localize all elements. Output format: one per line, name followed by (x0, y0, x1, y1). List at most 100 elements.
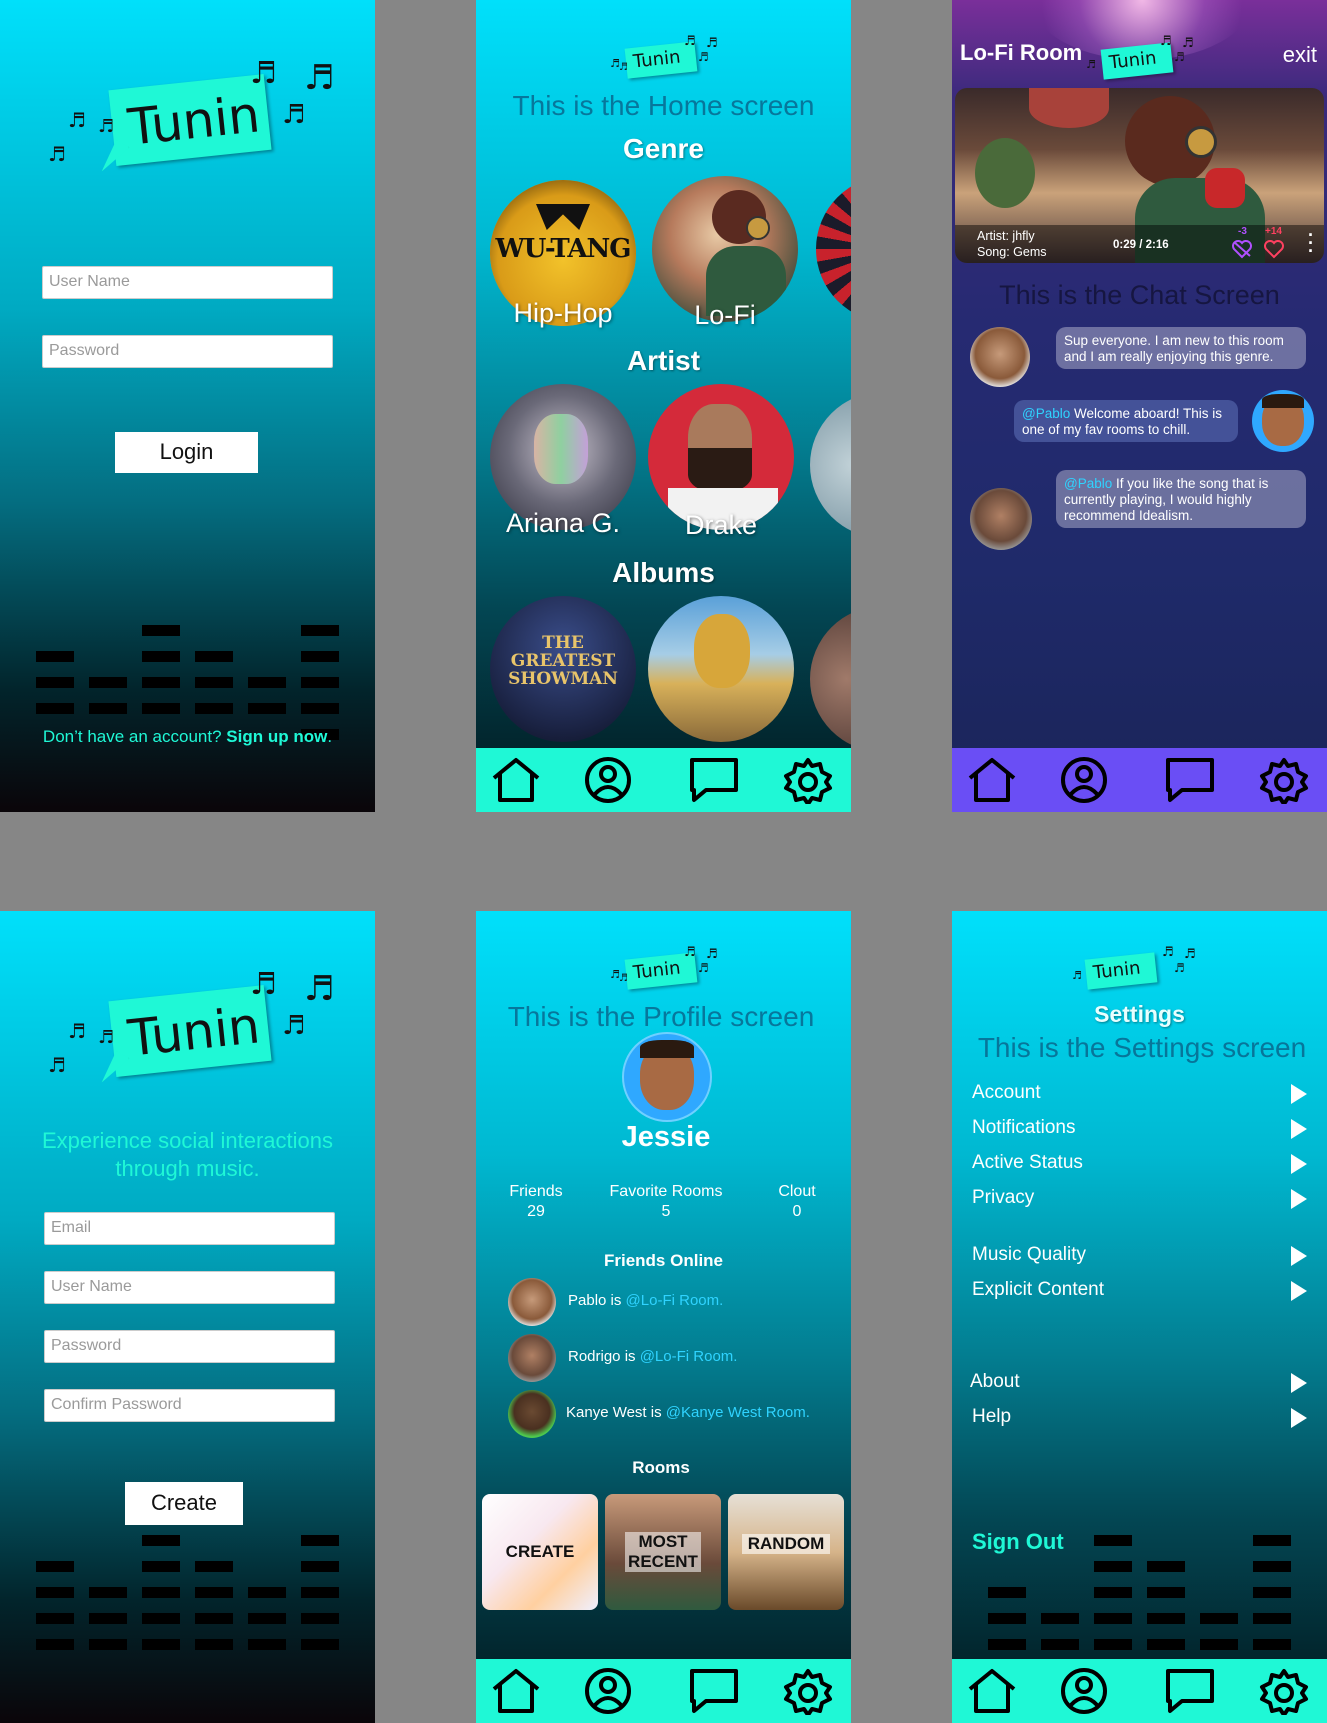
user-avatar[interactable] (970, 327, 1030, 387)
music-note-icon: ♬ (68, 108, 86, 132)
artist-drake[interactable] (648, 384, 794, 530)
friend-row[interactable]: Rodrigo is @Lo-Fi Room. (568, 1348, 737, 1365)
dislike-count: -3 (1238, 226, 1247, 237)
chat-mention[interactable]: @Pablo (1022, 406, 1070, 421)
stat-friends[interactable]: Friends 29 (496, 1183, 576, 1221)
home-icon[interactable] (490, 1667, 542, 1715)
room-tile-random[interactable]: RANDOM (728, 1494, 844, 1610)
password-input[interactable]: Password (42, 335, 333, 368)
profile-screen-title: This is the Profile screen (507, 1001, 815, 1032)
heart-icon[interactable] (1263, 239, 1285, 259)
profile-icon[interactable] (1058, 756, 1110, 804)
room-tile-most-recent[interactable]: MOST RECENT (605, 1494, 721, 1610)
home-icon[interactable] (490, 756, 542, 804)
settings-icon[interactable] (782, 1667, 834, 1715)
home-screen: Tunin ♬ ♬ ♬ ♬ ♬ This is the Home screen … (476, 0, 851, 812)
settings-item-help[interactable]: Help (972, 1406, 1011, 1428)
login-button[interactable]: Login (115, 432, 258, 473)
chevron-right-icon[interactable] (1291, 1189, 1307, 1209)
chat-icon[interactable] (688, 1667, 740, 1715)
confirm-password-input[interactable]: Confirm Password (44, 1389, 335, 1422)
exit-button[interactable]: exit (1283, 42, 1317, 68)
username-input[interactable]: User Name (44, 1271, 335, 1304)
chat-icon[interactable] (1164, 756, 1216, 804)
chat-mention[interactable]: @Pablo (1064, 476, 1112, 491)
friend-room-link[interactable]: @Lo-Fi Room. (640, 1348, 738, 1365)
chevron-right-icon[interactable] (1291, 1154, 1307, 1174)
profile-icon[interactable] (582, 756, 634, 804)
room-tile-create[interactable]: CREATE (482, 1494, 598, 1610)
chat-icon[interactable] (1164, 1667, 1216, 1715)
password-input[interactable]: Password (44, 1330, 335, 1363)
profile-icon[interactable] (1058, 1667, 1110, 1715)
settings-item-notifications[interactable]: Notifications (972, 1117, 1076, 1139)
friend-room-link[interactable]: @Kanye West Room. (666, 1404, 810, 1421)
artist-label-drake: Drake (684, 510, 758, 540)
stat-label: Favorite Rooms (609, 1183, 723, 1200)
album-astroworld[interactable] (648, 596, 794, 742)
room-tile-label: CREATE (505, 1542, 575, 1561)
artist-partial[interactable] (810, 392, 851, 538)
friend-room-link[interactable]: @Lo-Fi Room. (626, 1292, 724, 1309)
home-icon[interactable] (966, 756, 1018, 804)
settings-icon[interactable] (1258, 1667, 1310, 1715)
stat-label: Clout (778, 1183, 816, 1200)
settings-item-explicit-content[interactable]: Explicit Content (972, 1279, 1104, 1301)
album-greatest-showman[interactable]: THE GREATEST SHOWMAN (490, 596, 636, 742)
chat-screen: Lo-Fi Room Tunin ♬ ♬ ♬ ♬ exit Artist: jh… (952, 0, 1327, 812)
genre-partial[interactable] (816, 176, 851, 322)
stat-favorite-rooms[interactable]: Favorite Rooms 5 (596, 1183, 736, 1221)
settings-item-about[interactable]: About (970, 1371, 1020, 1393)
album-partial[interactable] (810, 606, 851, 752)
chat-message: @Pablo If you like the song that is curr… (1056, 470, 1306, 528)
settings-icon[interactable] (782, 756, 834, 804)
user-avatar[interactable] (1252, 390, 1314, 452)
email-input[interactable]: Email (44, 1212, 335, 1245)
avatar-hair (1262, 394, 1304, 408)
settings-item-active-status[interactable]: Active Status (972, 1152, 1083, 1174)
chevron-right-icon[interactable] (1291, 1281, 1307, 1301)
music-note-icon: ♬ (250, 56, 277, 91)
albums-heading: Albums (612, 557, 715, 588)
music-note-icon: ♬ (684, 34, 696, 49)
profile-avatar[interactable] (622, 1032, 712, 1122)
song-artist: Artist: jhfly (977, 229, 1035, 243)
friend-row[interactable]: Pablo is @Lo-Fi Room. (568, 1292, 723, 1309)
stat-clout[interactable]: Clout 0 (762, 1183, 832, 1221)
chevron-right-icon[interactable] (1291, 1246, 1307, 1266)
settings-item-privacy[interactable]: Privacy (972, 1187, 1034, 1209)
settings-icon[interactable] (1258, 756, 1310, 804)
tunin-logo: Tunin ♬ ♬ ♬ ♬ ♬ ♬ (0, 911, 375, 1111)
friend-status: Rodrigo is (568, 1348, 640, 1365)
friend-avatar[interactable] (508, 1334, 556, 1382)
dislike-icon[interactable] (1231, 239, 1253, 259)
user-avatar[interactable] (970, 488, 1032, 550)
chevron-right-icon[interactable] (1291, 1084, 1307, 1104)
chat-icon[interactable] (688, 756, 740, 804)
bottom-nav (952, 748, 1327, 812)
genre-label-lofi: Lo-Fi (694, 300, 756, 330)
album-title-text: THE GREATEST SHOWMAN (508, 633, 618, 689)
profile-icon[interactable] (582, 1667, 634, 1715)
signup-link[interactable]: Sign up now (226, 727, 327, 746)
chevron-right-icon[interactable] (1291, 1408, 1307, 1428)
friend-avatar[interactable] (508, 1278, 556, 1326)
chevron-right-icon[interactable] (1291, 1119, 1307, 1139)
more-options-icon[interactable]: · · · (1308, 226, 1314, 260)
signup-period: . (327, 727, 333, 746)
chevron-right-icon[interactable] (1291, 1373, 1307, 1393)
username-input[interactable]: User Name (42, 266, 333, 299)
friend-row[interactable]: Kanye West is @Kanye West Room. (566, 1404, 810, 1421)
friend-avatar[interactable] (508, 1390, 556, 1438)
profile-screen: Tunin ♬ ♬ ♬ ♬ ♬ This is the Profile scre… (476, 911, 851, 1723)
settings-item-music-quality[interactable]: Music Quality (972, 1244, 1086, 1266)
settings-item-account[interactable]: Account (972, 1082, 1041, 1104)
music-note-icon: ♬ (1184, 947, 1196, 962)
create-button[interactable]: Create (125, 1482, 243, 1525)
chat-screen-title: This is the Chat Screen (999, 280, 1280, 310)
genre-label-hiphop: Hip-Hop (513, 298, 613, 328)
video-player[interactable]: Artist: jhfly Song: Gems 0:29 / 2:16 -3 … (955, 88, 1324, 263)
room-tile-label: RANDOM (742, 1534, 830, 1554)
music-note-icon: ♬ (1174, 50, 1185, 64)
home-icon[interactable] (966, 1667, 1018, 1715)
